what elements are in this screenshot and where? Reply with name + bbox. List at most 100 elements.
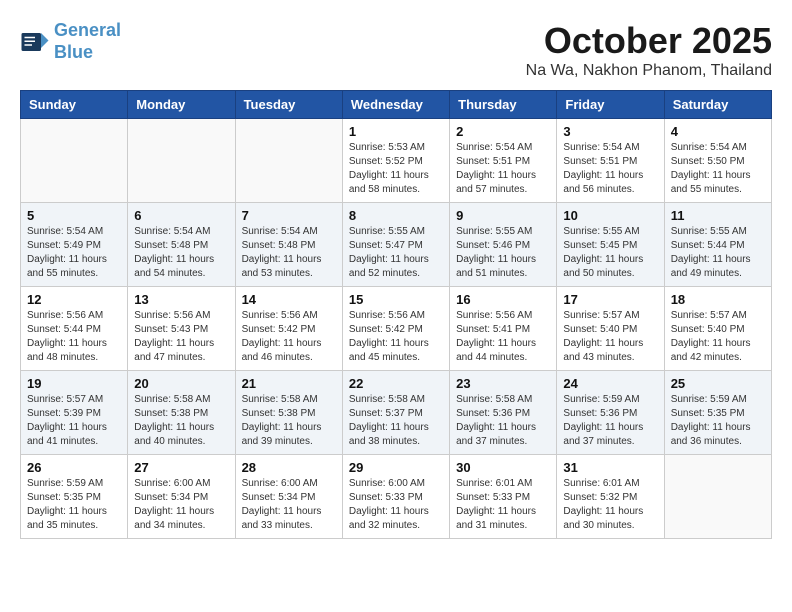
- day-info: Sunrise: 6:00 AM Sunset: 5:33 PM Dayligh…: [349, 477, 443, 533]
- calendar-cell: 20 Sunrise: 5:58 AM Sunset: 5:38 PM Dayli…: [128, 371, 235, 455]
- day-number: 19: [27, 376, 121, 391]
- calendar-week-row: 26 Sunrise: 5:59 AM Sunset: 5:35 PM Dayli…: [21, 455, 772, 539]
- day-info: Sunrise: 5:59 AM Sunset: 5:35 PM Dayligh…: [671, 393, 765, 449]
- day-number: 20: [134, 376, 228, 391]
- calendar-cell: 23 Sunrise: 5:58 AM Sunset: 5:36 PM Dayli…: [450, 371, 557, 455]
- calendar-cell: 17Sunrise: 5:57 AM Sunset: 5:40 PM Dayli…: [557, 287, 664, 371]
- calendar-cell: 16 Sunrise: 5:56 AM Sunset: 5:41 PM Dayli…: [450, 287, 557, 371]
- day-number: 10: [563, 208, 657, 223]
- calendar-week-row: 19 Sunrise: 5:57 AM Sunset: 5:39 PM Dayli…: [21, 371, 772, 455]
- day-number: 27: [134, 460, 228, 475]
- calendar-week-row: 5 Sunrise: 5:54 AM Sunset: 5:49 PM Daylig…: [21, 203, 772, 287]
- day-info: Sunrise: 5:58 AM Sunset: 5:38 PM Dayligh…: [134, 393, 228, 449]
- calendar-cell: 1Sunrise: 5:53 AM Sunset: 5:52 PM Daylig…: [342, 119, 449, 203]
- day-number: 31: [563, 460, 657, 475]
- day-of-week-header: Tuesday: [235, 91, 342, 119]
- logo-line1: General: [54, 20, 121, 40]
- day-info: Sunrise: 5:55 AM Sunset: 5:46 PM Dayligh…: [456, 225, 550, 281]
- calendar-cell: 31 Sunrise: 6:01 AM Sunset: 5:32 PM Dayli…: [557, 455, 664, 539]
- logo: General Blue: [20, 20, 121, 63]
- day-number: 25: [671, 376, 765, 391]
- calendar-cell: [21, 119, 128, 203]
- day-info: Sunrise: 5:58 AM Sunset: 5:36 PM Dayligh…: [456, 393, 550, 449]
- calendar-cell: [235, 119, 342, 203]
- day-number: 7: [242, 208, 336, 223]
- day-number: 3: [563, 124, 657, 139]
- day-number: 2: [456, 124, 550, 139]
- logo-text: General Blue: [54, 20, 121, 63]
- calendar-cell: 14 Sunrise: 5:56 AM Sunset: 5:42 PM Dayli…: [235, 287, 342, 371]
- calendar-cell: 19 Sunrise: 5:57 AM Sunset: 5:39 PM Dayli…: [21, 371, 128, 455]
- day-of-week-header: Saturday: [664, 91, 771, 119]
- day-info: Sunrise: 5:57 AM Sunset: 5:39 PM Dayligh…: [27, 393, 121, 449]
- day-info: Sunrise: 5:58 AM Sunset: 5:38 PM Dayligh…: [242, 393, 336, 449]
- calendar-week-row: 12 Sunrise: 5:56 AM Sunset: 5:44 PM Dayli…: [21, 287, 772, 371]
- day-of-week-header: Wednesday: [342, 91, 449, 119]
- calendar-cell: 24Sunrise: 5:59 AM Sunset: 5:36 PM Dayli…: [557, 371, 664, 455]
- day-number: 14: [242, 292, 336, 307]
- day-info: Sunrise: 5:54 AM Sunset: 5:49 PM Dayligh…: [27, 225, 121, 281]
- calendar-cell: 28 Sunrise: 6:00 AM Sunset: 5:34 PM Dayli…: [235, 455, 342, 539]
- day-info: Sunrise: 5:55 AM Sunset: 5:47 PM Dayligh…: [349, 225, 443, 281]
- day-number: 8: [349, 208, 443, 223]
- day-number: 17: [563, 292, 657, 307]
- calendar-cell: [664, 455, 771, 539]
- calendar-cell: 15Sunrise: 5:56 AM Sunset: 5:42 PM Dayli…: [342, 287, 449, 371]
- day-number: 26: [27, 460, 121, 475]
- day-info: Sunrise: 5:55 AM Sunset: 5:45 PM Dayligh…: [563, 225, 657, 281]
- day-info: Sunrise: 5:55 AM Sunset: 5:44 PM Dayligh…: [671, 225, 765, 281]
- calendar-cell: 11 Sunrise: 5:55 AM Sunset: 5:44 PM Dayli…: [664, 203, 771, 287]
- day-number: 5: [27, 208, 121, 223]
- calendar-cell: 26 Sunrise: 5:59 AM Sunset: 5:35 PM Dayli…: [21, 455, 128, 539]
- day-of-week-header: Friday: [557, 91, 664, 119]
- calendar-cell: 30 Sunrise: 6:01 AM Sunset: 5:33 PM Dayli…: [450, 455, 557, 539]
- calendar-cell: 2 Sunrise: 5:54 AM Sunset: 5:51 PM Daylig…: [450, 119, 557, 203]
- day-number: 28: [242, 460, 336, 475]
- day-info: Sunrise: 5:54 AM Sunset: 5:50 PM Dayligh…: [671, 141, 765, 197]
- day-number: 21: [242, 376, 336, 391]
- day-number: 23: [456, 376, 550, 391]
- day-info: Sunrise: 5:56 AM Sunset: 5:42 PM Dayligh…: [242, 309, 336, 365]
- day-info: Sunrise: 6:01 AM Sunset: 5:32 PM Dayligh…: [563, 477, 657, 533]
- day-info: Sunrise: 5:54 AM Sunset: 5:51 PM Dayligh…: [456, 141, 550, 197]
- day-number: 16: [456, 292, 550, 307]
- day-info: Sunrise: 5:57 AM Sunset: 5:40 PM Dayligh…: [671, 309, 765, 365]
- calendar-cell: 3Sunrise: 5:54 AM Sunset: 5:51 PM Daylig…: [557, 119, 664, 203]
- day-info: Sunrise: 6:01 AM Sunset: 5:33 PM Dayligh…: [456, 477, 550, 533]
- day-info: Sunrise: 5:56 AM Sunset: 5:41 PM Dayligh…: [456, 309, 550, 365]
- calendar-cell: 13 Sunrise: 5:56 AM Sunset: 5:43 PM Dayli…: [128, 287, 235, 371]
- day-info: Sunrise: 6:00 AM Sunset: 5:34 PM Dayligh…: [242, 477, 336, 533]
- logo-icon: [20, 27, 50, 57]
- day-info: Sunrise: 5:58 AM Sunset: 5:37 PM Dayligh…: [349, 393, 443, 449]
- day-number: 4: [671, 124, 765, 139]
- day-of-week-header: Sunday: [21, 91, 128, 119]
- day-number: 1: [349, 124, 443, 139]
- day-number: 11: [671, 208, 765, 223]
- day-info: Sunrise: 5:56 AM Sunset: 5:42 PM Dayligh…: [349, 309, 443, 365]
- day-number: 13: [134, 292, 228, 307]
- location-title: Na Wa, Nakhon Phanom, Thailand: [526, 62, 772, 80]
- day-info: Sunrise: 5:59 AM Sunset: 5:35 PM Dayligh…: [27, 477, 121, 533]
- page-header: General Blue October 2025 Na Wa, Nakhon …: [20, 20, 772, 80]
- calendar-cell: 12 Sunrise: 5:56 AM Sunset: 5:44 PM Dayli…: [21, 287, 128, 371]
- day-number: 30: [456, 460, 550, 475]
- calendar-cell: [128, 119, 235, 203]
- calendar-cell: 10 Sunrise: 5:55 AM Sunset: 5:45 PM Dayli…: [557, 203, 664, 287]
- calendar-cell: 9Sunrise: 5:55 AM Sunset: 5:46 PM Daylig…: [450, 203, 557, 287]
- day-number: 22: [349, 376, 443, 391]
- day-info: Sunrise: 5:56 AM Sunset: 5:43 PM Dayligh…: [134, 309, 228, 365]
- day-of-week-header: Thursday: [450, 91, 557, 119]
- day-info: Sunrise: 5:54 AM Sunset: 5:48 PM Dayligh…: [242, 225, 336, 281]
- calendar-cell: 27 Sunrise: 6:00 AM Sunset: 5:34 PM Dayli…: [128, 455, 235, 539]
- day-info: Sunrise: 5:54 AM Sunset: 5:48 PM Dayligh…: [134, 225, 228, 281]
- calendar-cell: 4 Sunrise: 5:54 AM Sunset: 5:50 PM Daylig…: [664, 119, 771, 203]
- day-number: 12: [27, 292, 121, 307]
- calendar-cell: 8 Sunrise: 5:55 AM Sunset: 5:47 PM Daylig…: [342, 203, 449, 287]
- day-info: Sunrise: 5:59 AM Sunset: 5:36 PM Dayligh…: [563, 393, 657, 449]
- day-info: Sunrise: 6:00 AM Sunset: 5:34 PM Dayligh…: [134, 477, 228, 533]
- day-info: Sunrise: 5:56 AM Sunset: 5:44 PM Dayligh…: [27, 309, 121, 365]
- calendar-cell: 5 Sunrise: 5:54 AM Sunset: 5:49 PM Daylig…: [21, 203, 128, 287]
- calendar-cell: 18Sunrise: 5:57 AM Sunset: 5:40 PM Dayli…: [664, 287, 771, 371]
- calendar-week-row: 1Sunrise: 5:53 AM Sunset: 5:52 PM Daylig…: [21, 119, 772, 203]
- calendar-cell: 25 Sunrise: 5:59 AM Sunset: 5:35 PM Dayli…: [664, 371, 771, 455]
